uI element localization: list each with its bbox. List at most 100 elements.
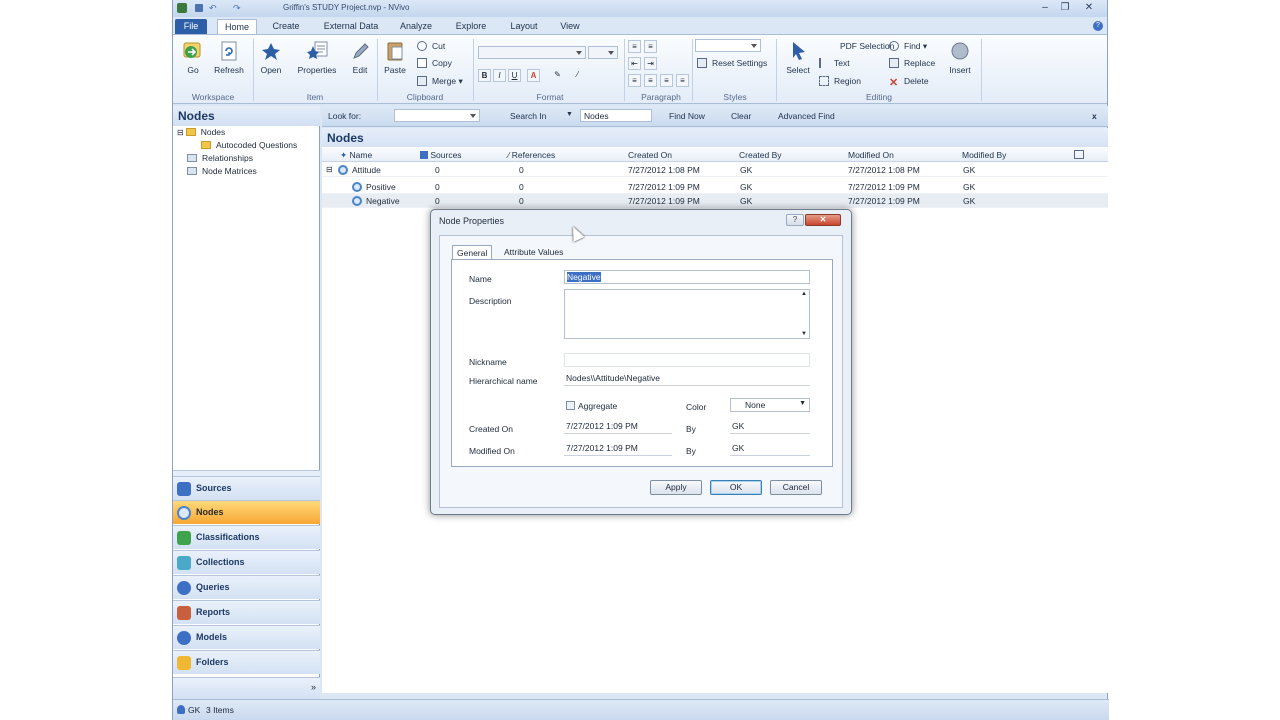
open-button[interactable]: Open: [257, 40, 285, 75]
insert-button[interactable]: Insert: [945, 40, 975, 75]
search-in-field[interactable]: Nodes: [580, 109, 652, 122]
numbering-icon[interactable]: ≡: [644, 40, 657, 53]
nav-reports-button[interactable]: Reports: [173, 600, 320, 624]
merge-button[interactable]: Merge ▾: [417, 74, 463, 88]
nav-queries-button[interactable]: Queries: [173, 575, 320, 599]
advanced-find-button[interactable]: Advanced Find: [778, 111, 835, 121]
font-family-select[interactable]: [478, 46, 586, 59]
collapse-icon[interactable]: ⊟: [326, 165, 333, 174]
col-sources-header[interactable]: Sources: [420, 150, 462, 160]
minimize-button[interactable]: –: [1035, 2, 1055, 14]
close-window-button[interactable]: ✕: [1079, 2, 1099, 14]
dialog-help-button[interactable]: ?: [786, 214, 804, 226]
tab-file[interactable]: File: [175, 19, 207, 34]
color-select[interactable]: None ▼: [730, 398, 810, 412]
tab-general[interactable]: General: [452, 245, 493, 260]
nav-nodes-button[interactable]: Nodes: [173, 500, 320, 524]
align-center-icon[interactable]: ≡: [644, 74, 657, 87]
edit-button[interactable]: Edit: [347, 40, 373, 75]
increase-indent-icon[interactable]: ⇥: [644, 57, 657, 70]
help-icon[interactable]: ?: [1093, 21, 1103, 31]
bold-button[interactable]: B: [478, 69, 491, 82]
col-modified-by-header[interactable]: Modified By: [962, 150, 1006, 160]
clear-format-icon[interactable]: ⁄: [571, 69, 584, 82]
decrease-indent-icon[interactable]: ⇤: [628, 57, 641, 70]
bullets-icon[interactable]: ≡: [628, 40, 641, 53]
chevron-down-icon[interactable]: »: [311, 682, 316, 692]
align-left-icon[interactable]: ≡: [628, 74, 641, 87]
col-created-by-header[interactable]: Created By: [739, 150, 782, 160]
tree-item-node-matrices[interactable]: Node Matrices: [187, 165, 257, 178]
redo-icon[interactable]: ↷: [233, 3, 241, 14]
col-modified-on-header[interactable]: Modified On: [848, 150, 894, 160]
paste-button[interactable]: Paste: [381, 40, 409, 75]
tab-external-data[interactable]: External Data: [321, 19, 381, 34]
tree-item-relationships[interactable]: Relationships: [187, 152, 253, 165]
reset-settings-button[interactable]: Reset Settings: [697, 56, 767, 70]
chevron-down-icon[interactable]: ▼: [566, 111, 573, 118]
tab-explore[interactable]: Explore: [453, 19, 489, 34]
nav-classifications-button[interactable]: Classifications: [173, 525, 320, 549]
look-for-input[interactable]: [394, 109, 480, 122]
table-row-selected[interactable]: Negative 0 0 7/27/2012 1:09 PM GK 7/27/2…: [322, 194, 1108, 208]
close-find-bar-button[interactable]: x: [1092, 111, 1097, 121]
cancel-button[interactable]: Cancel: [770, 480, 822, 495]
description-textarea[interactable]: ▲ ▼: [564, 289, 810, 339]
tab-attribute-values[interactable]: Attribute Values: [500, 245, 567, 260]
tree-item-nodes[interactable]: ⊟ Nodes: [177, 126, 225, 139]
tab-view[interactable]: View: [557, 19, 583, 34]
align-right-icon[interactable]: ≡: [660, 74, 673, 87]
col-name-header[interactable]: ✦ Name: [340, 150, 372, 161]
tree-item-autocoded-questions[interactable]: Autocoded Questions: [201, 139, 297, 152]
replace-button[interactable]: Replace: [889, 56, 935, 70]
maximize-button[interactable]: ❐: [1055, 2, 1075, 14]
aggregate-checkbox[interactable]: [566, 401, 575, 410]
cut-button[interactable]: Cut: [417, 39, 445, 53]
font-size-select[interactable]: [588, 46, 618, 59]
scroll-up-icon[interactable]: ▲: [801, 291, 807, 297]
italic-button[interactable]: I: [493, 69, 506, 82]
find-button[interactable]: Find ▾: [889, 39, 927, 53]
tab-home[interactable]: Home: [217, 19, 257, 34]
text-select-button[interactable]: Text: [819, 56, 850, 70]
copy-button[interactable]: Copy: [417, 56, 452, 70]
delete-button[interactable]: ✕ Delete: [889, 74, 929, 89]
undo-icon[interactable]: ↶: [209, 3, 217, 14]
col-references-header[interactable]: ⁄ References: [508, 150, 555, 160]
search-in-button[interactable]: Search In: [510, 111, 546, 121]
insert-icon: [949, 40, 971, 62]
region-select-button[interactable]: Region: [819, 74, 861, 88]
font-color-button[interactable]: A: [527, 69, 540, 82]
nodes-icon: [177, 506, 191, 520]
apply-button[interactable]: Apply: [650, 480, 702, 495]
style-select[interactable]: [695, 39, 761, 52]
pdf-selection-button[interactable]: PDF Selection: [825, 39, 894, 53]
refresh-button[interactable]: Refresh: [212, 40, 246, 75]
column-chooser-icon[interactable]: [1074, 150, 1084, 159]
select-button[interactable]: Select: [783, 40, 813, 75]
collapse-icon[interactable]: ⊟: [177, 128, 184, 137]
name-input[interactable]: Negative: [564, 270, 810, 284]
properties-button[interactable]: Properties: [293, 40, 341, 75]
tab-analyze[interactable]: Analyze: [397, 19, 435, 34]
col-created-on-header[interactable]: Created On: [628, 150, 672, 160]
ok-button[interactable]: OK: [710, 480, 762, 495]
nav-sources-button[interactable]: Sources: [173, 476, 320, 500]
tab-layout[interactable]: Layout: [507, 19, 541, 34]
table-row[interactable]: ⊟ Attitude 0 0 7/27/2012 1:08 PM GK 7/27…: [322, 163, 1108, 177]
go-button[interactable]: Go: [179, 40, 207, 75]
nav-folders-button[interactable]: Folders: [173, 650, 320, 674]
tab-create[interactable]: Create: [270, 19, 302, 34]
highlight-icon[interactable]: ✎: [551, 69, 564, 82]
find-now-button[interactable]: Find Now: [669, 111, 705, 121]
nav-collections-button[interactable]: Collections: [173, 550, 320, 574]
save-icon[interactable]: [195, 4, 203, 12]
dialog-close-button[interactable]: ✕: [805, 214, 841, 226]
clear-button[interactable]: Clear: [731, 111, 751, 121]
justify-icon[interactable]: ≡: [676, 74, 689, 87]
nickname-input[interactable]: [564, 353, 810, 367]
scroll-down-icon[interactable]: ▼: [801, 331, 807, 337]
underline-button[interactable]: U: [508, 69, 521, 82]
nav-models-button[interactable]: Models: [173, 625, 320, 649]
table-row[interactable]: Positive 0 0 7/27/2012 1:09 PM GK 7/27/2…: [322, 180, 1108, 194]
